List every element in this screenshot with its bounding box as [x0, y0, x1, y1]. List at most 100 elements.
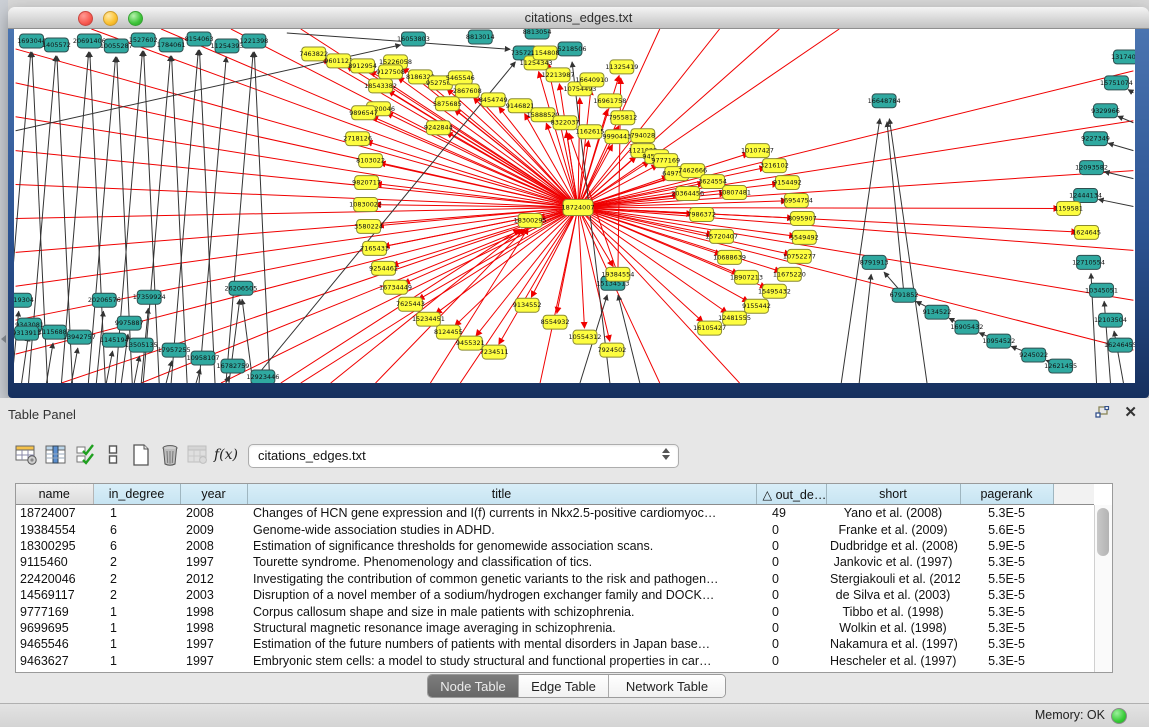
table-row[interactable]: 1830029562008Estimation of significance … — [16, 538, 1094, 554]
cell-pagerank[interactable]: 5.3E-5 — [960, 653, 1053, 669]
column-header-in_degree[interactable]: in_degree — [93, 484, 180, 505]
table-row[interactable]: 1938455462009Genome‑wide association stu… — [16, 521, 1094, 537]
cell-short[interactable]: Yano et al. (2008) — [826, 505, 960, 522]
table-row[interactable]: 969969511998Structural magnetic resonanc… — [16, 620, 1094, 636]
cell-name[interactable]: 9463627 — [16, 653, 93, 669]
cell-out_de[interactable]: 0 — [756, 538, 826, 554]
window-titlebar[interactable]: citations_edges.txt — [8, 7, 1149, 29]
cell-in_degree[interactable]: 6 — [93, 521, 180, 537]
table-row[interactable]: 1456911722003Disruption of a novel membe… — [16, 587, 1094, 603]
cell-in_degree[interactable]: 1 — [93, 505, 180, 522]
cell-title[interactable]: Disruption of a novel member of a sodium… — [247, 587, 756, 603]
cell-title[interactable]: Genome‑wide association studies in ADHD. — [247, 521, 756, 537]
cell-out_de[interactable]: 0 — [756, 571, 826, 587]
cell-name[interactable]: 19384554 — [16, 521, 93, 537]
delete-table-button[interactable] — [156, 440, 184, 470]
cell-year[interactable]: 1997 — [180, 653, 247, 669]
cell-out_de[interactable]: 0 — [756, 554, 826, 570]
cell-name[interactable]: 22420046 — [16, 571, 93, 587]
table-row[interactable]: 946362711997Embryonic stem cells: a mode… — [16, 653, 1094, 669]
cell-short[interactable]: Nakamura et al. (1997) — [826, 636, 960, 652]
cell-short[interactable]: Jankovic et al. (1997) — [826, 554, 960, 570]
cell-name[interactable]: 18724007 — [16, 505, 93, 522]
close-panel-button[interactable]: ✕ — [1124, 405, 1137, 420]
table-row[interactable]: 977716911998Corpus callosum shape and si… — [16, 603, 1094, 619]
cell-pagerank[interactable]: 5.3E-5 — [960, 603, 1053, 619]
cell-short[interactable]: Franke et al. (2009) — [826, 521, 960, 537]
table-chooser-dropdown[interactable]: citations_edges.txt — [248, 444, 679, 468]
panel-collapse-arrow[interactable] — [1, 335, 6, 343]
scrollbar-thumb[interactable] — [1097, 508, 1109, 556]
cell-out_de[interactable]: 0 — [756, 521, 826, 537]
citation-network-graph[interactable]: 1693044140557220691406100552871527602178… — [14, 29, 1135, 383]
cell-in_degree[interactable]: 1 — [93, 603, 180, 619]
cell-year[interactable]: 1998 — [180, 603, 247, 619]
cell-name[interactable]: 9465546 — [16, 636, 93, 652]
import-table-button[interactable] — [184, 440, 212, 470]
cell-title[interactable]: Structural magnetic resonance image aver… — [247, 620, 756, 636]
column-header-name[interactable]: name — [16, 484, 93, 505]
cell-year[interactable]: 2009 — [180, 521, 247, 537]
cell-in_degree[interactable]: 1 — [93, 620, 180, 636]
cell-in_degree[interactable]: 1 — [93, 653, 180, 669]
cell-pagerank[interactable]: 5.3E-5 — [960, 505, 1053, 522]
column-header-pagerank[interactable]: pagerank — [960, 484, 1053, 505]
cell-out_de[interactable]: 0 — [756, 653, 826, 669]
cell-short[interactable]: Wolkin et al. (1998) — [826, 620, 960, 636]
cell-name[interactable]: 9699695 — [16, 620, 93, 636]
network-canvas[interactable]: 1693044140557220691406100552871527602178… — [14, 29, 1135, 383]
cell-year[interactable]: 2012 — [180, 571, 247, 587]
row-select-button[interactable] — [72, 440, 100, 470]
table-row[interactable]: 946554611997Estimation of the future num… — [16, 636, 1094, 652]
column-header-out_de[interactable]: △ out_de… — [756, 484, 826, 505]
create-table-button[interactable] — [127, 440, 155, 470]
table-row[interactable]: 911546021997Tourette syndrome. Phenomeno… — [16, 554, 1094, 570]
cell-name[interactable]: 18300295 — [16, 538, 93, 554]
cell-title[interactable]: Estimation of the future numbers of pati… — [247, 636, 756, 652]
cell-out_de[interactable]: 0 — [756, 620, 826, 636]
table-row[interactable]: 1872400712008Changes of HCN gene express… — [16, 505, 1094, 522]
cell-short[interactable]: Tibbo et al. (1998) — [826, 603, 960, 619]
compact-view-button[interactable] — [104, 440, 122, 470]
cell-in_degree[interactable]: 2 — [93, 571, 180, 587]
tab-edge-table[interactable]: Edge Table — [519, 675, 609, 697]
column-header-title[interactable]: title — [247, 484, 756, 505]
column-header-short[interactable]: short — [826, 484, 960, 505]
cell-title[interactable]: Tourette syndrome. Phenomenology and cla… — [247, 554, 756, 570]
table-row[interactable]: 2242004622012Investigating the contribut… — [16, 571, 1094, 587]
cell-year[interactable]: 1997 — [180, 554, 247, 570]
cell-title[interactable]: Investigating the contribution of common… — [247, 571, 756, 587]
cell-out_de[interactable]: 0 — [756, 636, 826, 652]
cell-short[interactable]: Stergiakouli et al. (2012) — [826, 571, 960, 587]
cell-year[interactable]: 1997 — [180, 636, 247, 652]
cell-year[interactable]: 2008 — [180, 505, 247, 522]
cell-pagerank[interactable]: 5.6E-5 — [960, 521, 1053, 537]
table-settings-button[interactable] — [12, 440, 40, 470]
cell-short[interactable]: Hescheler et al. (1997) — [826, 653, 960, 669]
cell-year[interactable]: 2008 — [180, 538, 247, 554]
cell-pagerank[interactable]: 5.3E-5 — [960, 587, 1053, 603]
column-select-button[interactable] — [42, 440, 70, 470]
cell-in_degree[interactable]: 2 — [93, 587, 180, 603]
cell-short[interactable]: de Silva et al. (2003) — [826, 587, 960, 603]
cell-pagerank[interactable]: 5.5E-5 — [960, 571, 1053, 587]
cell-pagerank[interactable]: 5.3E-5 — [960, 620, 1053, 636]
cell-in_degree[interactable]: 2 — [93, 554, 180, 570]
cell-pagerank[interactable]: 5.3E-5 — [960, 636, 1053, 652]
cell-year[interactable]: 1998 — [180, 620, 247, 636]
cell-out_de[interactable]: 0 — [756, 587, 826, 603]
cell-in_degree[interactable]: 1 — [93, 636, 180, 652]
memory-status-indicator[interactable] — [1111, 708, 1127, 724]
cell-pagerank[interactable]: 5.3E-5 — [960, 554, 1053, 570]
tab-node-table[interactable]: Node Table — [428, 675, 519, 697]
cell-year[interactable]: 2003 — [180, 587, 247, 603]
cell-in_degree[interactable]: 6 — [93, 538, 180, 554]
cell-name[interactable]: 9777169 — [16, 603, 93, 619]
table-scrollbar[interactable] — [1094, 505, 1112, 672]
cell-name[interactable]: 14569117 — [16, 587, 93, 603]
cell-pagerank[interactable]: 5.9E-5 — [960, 538, 1053, 554]
cell-title[interactable]: Changes of HCN gene expression and I(f) … — [247, 505, 756, 522]
cell-out_de[interactable]: 49 — [756, 505, 826, 522]
cell-title[interactable]: Estimation of significance thresholds fo… — [247, 538, 756, 554]
cell-title[interactable]: Embryonic stem cells: a model to study s… — [247, 653, 756, 669]
